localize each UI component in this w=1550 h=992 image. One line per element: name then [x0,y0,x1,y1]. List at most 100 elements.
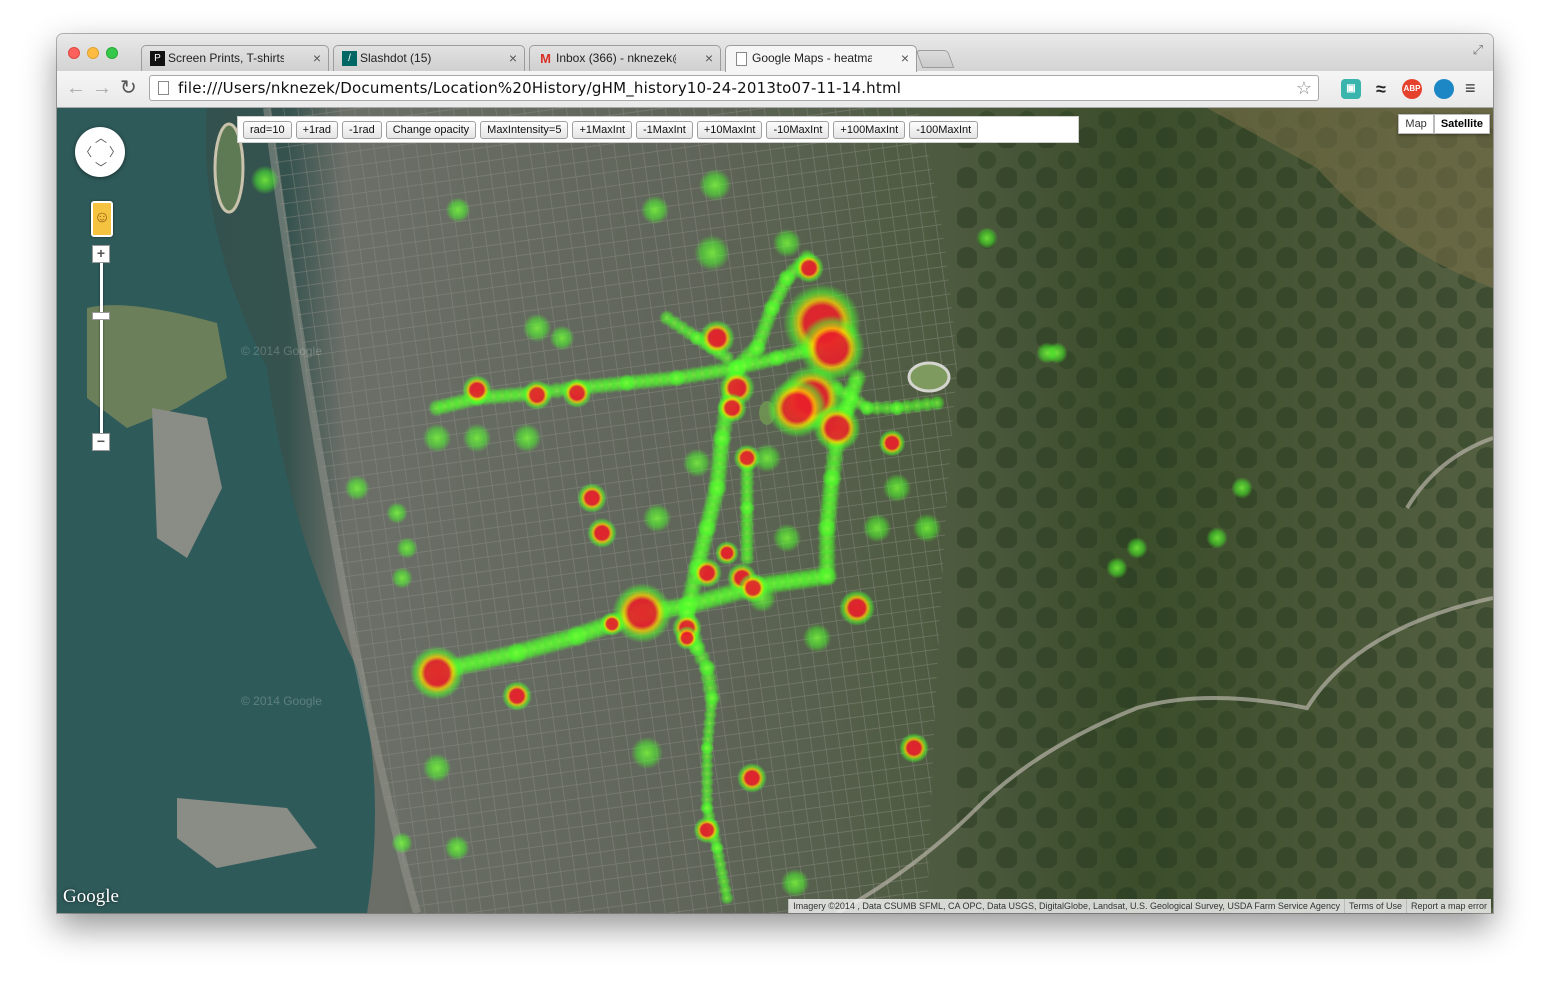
heat-spot [1231,477,1253,499]
heat-spot [612,583,672,643]
bookmark-star-icon[interactable]: ☆ [1296,76,1312,100]
heat-spot [772,523,802,553]
heat-spot [693,816,721,844]
heat-spot [1106,557,1128,579]
zoom-slider-track[interactable] [100,253,103,441]
tab-favicon-icon: P [150,51,165,66]
globe-icon[interactable] [1434,79,1454,99]
terms-of-use-link[interactable]: Terms of Use [1343,899,1406,913]
heat-spot [587,518,617,548]
zoom-slider-handle[interactable] [92,312,110,320]
pan-left-icon[interactable]: 〈 [80,143,92,160]
minimize-window-button[interactable] [87,47,99,59]
adblock-icon[interactable]: ABP [1402,79,1422,99]
tab-title: Inbox (366) - nknezek@gm [556,51,676,65]
increase-maxint-10-button[interactable]: +10MaxInt [696,120,763,139]
max-intensity-button[interactable]: MaxIntensity=5 [480,120,569,139]
tab-title: Screen Prints, T-shirts, Ma [168,51,284,65]
heat-spot [715,541,739,565]
map-attribution: Imagery ©2014 , Data CSUMB SFML, CA OPC,… [788,899,1491,913]
reload-icon[interactable]: ↻ [120,77,137,99]
decrease-maxint-100-button[interactable]: -100MaxInt [909,120,979,139]
increase-maxint-100-button[interactable]: +100MaxInt [833,120,906,139]
heat-spot [1126,537,1148,559]
tab-close-icon[interactable]: × [705,46,713,71]
address-bar[interactable]: file:///Users/nknezek/Documents/Location… [149,75,1319,101]
heat-spot [522,380,552,410]
pan-down-icon[interactable]: ﹀ [95,159,107,176]
map-watermark: © 2014 Google [241,344,322,358]
satellite-map[interactable] [57,108,1493,913]
increase-maxint-1-button[interactable]: +1MaxInt [572,120,633,139]
close-window-button[interactable] [68,47,80,59]
heat-spot [675,626,699,650]
heatmap-control-bar: rad=10 +1rad -1rad Change opacity MaxInt… [237,116,1079,143]
heat-spot [878,429,906,457]
heat-spot [410,646,464,700]
report-map-error-link[interactable]: Report a map error [1405,899,1491,913]
page-icon [736,52,747,66]
heat-spot [445,197,471,223]
new-tab-button[interactable] [915,50,955,68]
forward-icon[interactable]: → [92,77,112,99]
tab-close-icon[interactable]: × [313,46,321,71]
heat-spot [733,444,761,472]
tab-close-icon[interactable]: × [901,46,909,71]
increase-radius-button[interactable]: +1rad [295,120,339,139]
pan-up-icon[interactable]: ︿ [95,129,107,146]
tab-google-maps-heatmap[interactable]: Google Maps - heatmap × [725,45,917,72]
page-content: © 2014 Google © 2014 Google rad=10 +1rad… [57,108,1493,913]
heat-spot [912,513,942,543]
heat-spot [976,227,998,249]
tab-slashdot[interactable]: / Slashdot (15) × [333,45,525,71]
heat-spot [522,313,552,343]
tab-title: Google Maps - heatmap [752,51,872,65]
map-type-map-button[interactable]: Map [1398,114,1434,134]
tab-close-icon[interactable]: × [509,46,517,71]
tab-favicon-icon: M [540,51,551,66]
back-icon[interactable]: ← [66,77,86,99]
tilde-icon[interactable]: ≈ [1371,79,1391,99]
heat-spot [642,503,672,533]
radius-button[interactable]: rad=10 [243,120,292,139]
pan-control[interactable]: ︿ ﹀ 〈 〉 [75,127,125,177]
decrease-maxint-10-button[interactable]: -10MaxInt [766,120,830,139]
decrease-radius-button[interactable]: -1rad [342,120,382,139]
heat-spot [386,502,408,524]
heat-spot [344,475,370,501]
heat-spot [698,168,732,202]
tab-screen-prints[interactable]: P Screen Prints, T-shirts, Ma × [141,45,329,71]
maximize-window-button[interactable] [106,47,118,59]
zoom-in-button[interactable]: + [92,245,110,263]
heat-spot [720,891,734,905]
fullscreen-icon[interactable]: ⤢ [1473,42,1483,58]
heat-spot [717,393,747,423]
heat-spot [549,325,575,351]
map-watermark: © 2014 Google [241,694,322,708]
change-opacity-button[interactable]: Change opacity [385,120,477,139]
title-bar: P Screen Prints, T-shirts, Ma × / Slashd… [57,34,1493,72]
heat-spot [802,623,832,653]
heat-spot [600,612,624,636]
tab-title: Slashdot (15) [360,51,432,65]
heat-spot [562,378,592,408]
heat-spot [640,195,670,225]
heat-spot [391,567,413,589]
decrease-maxint-1-button[interactable]: -1MaxInt [636,120,693,139]
heat-spot [577,483,607,513]
heat-spot [692,558,722,588]
tab-gmail-inbox[interactable]: M Inbox (366) - nknezek@gm × [529,45,721,71]
google-logo: Google [63,886,119,907]
app-icon[interactable]: ▣ [1341,79,1361,99]
heat-spot [794,253,824,283]
heat-spot [422,423,452,453]
heat-spot [839,590,875,626]
street-view-pegman-icon[interactable]: ☺ [91,201,113,237]
pan-right-icon[interactable]: 〉 [109,143,121,160]
heat-spot [502,681,532,711]
zoom-out-button[interactable]: − [92,433,110,451]
menu-icon[interactable]: ≡ [1465,77,1476,99]
map-type-satellite-button[interactable]: Satellite [1433,114,1490,134]
map-type-control: Map Satellite [1398,114,1490,134]
heat-spot [682,448,712,478]
